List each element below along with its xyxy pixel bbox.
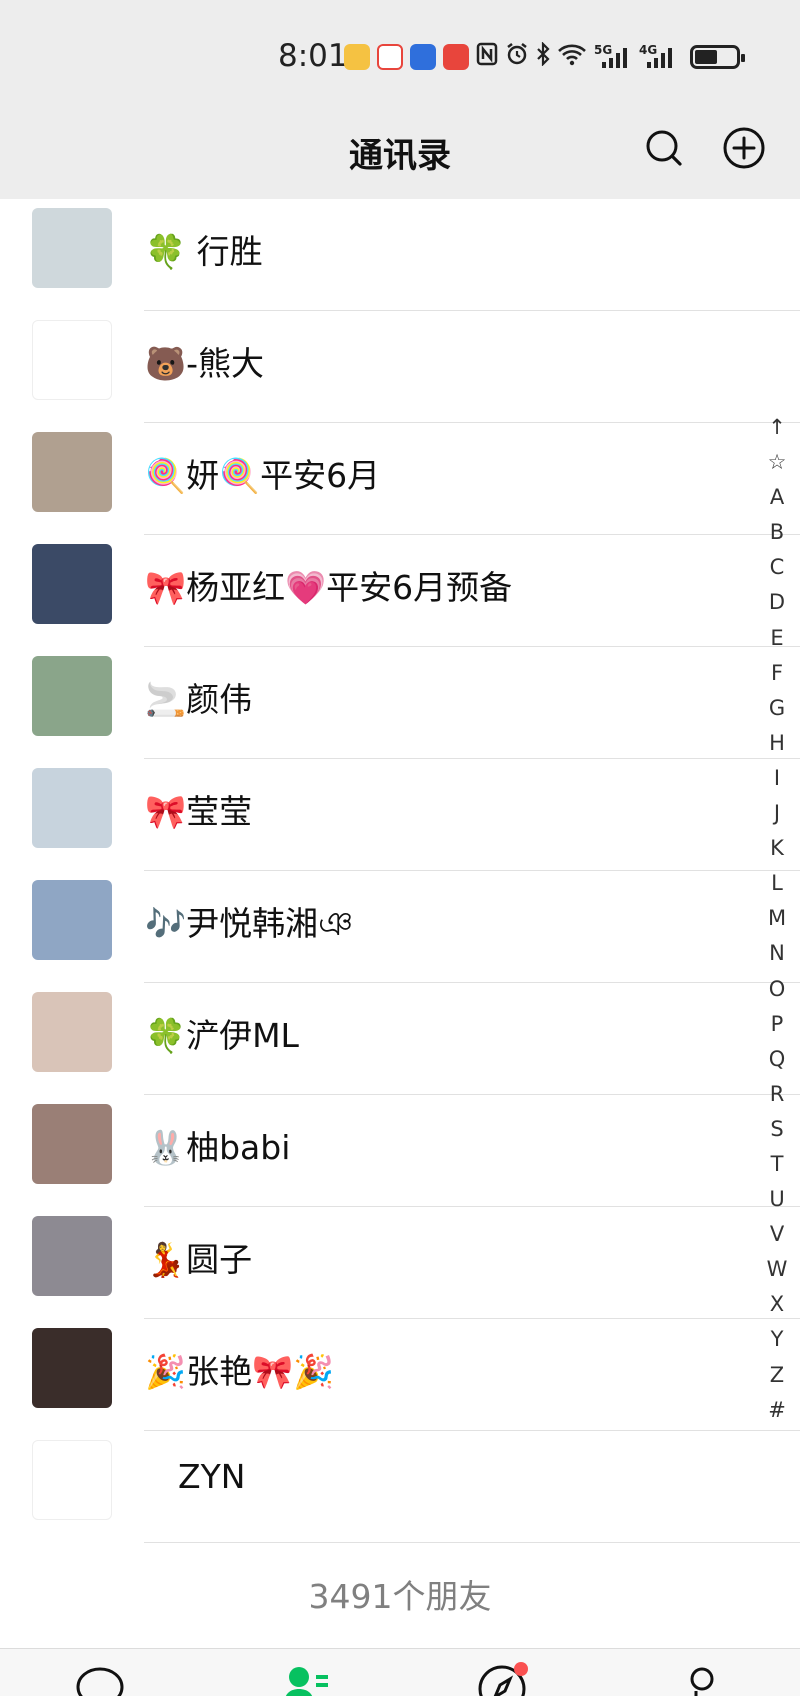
index-letter[interactable]: D xyxy=(762,585,792,620)
contact-name: 🐰柚babi xyxy=(145,1128,291,1167)
index-letter[interactable]: # xyxy=(762,1393,792,1428)
avatar xyxy=(32,880,112,960)
download-app-icon xyxy=(410,44,436,70)
search-button[interactable] xyxy=(638,122,690,174)
index-letter[interactable]: Y xyxy=(762,1322,792,1357)
index-letter[interactable]: C xyxy=(762,550,792,585)
video-app-icon xyxy=(443,44,469,70)
contact-name: 🍭妍🍭平安6月 xyxy=(145,456,381,495)
index-letter[interactable]: I xyxy=(762,761,792,796)
index-letter[interactable]: X xyxy=(762,1287,792,1322)
index-letter[interactable]: H xyxy=(762,726,792,761)
me-person-icon xyxy=(690,1667,714,1696)
friend-count: 3491个朋友 xyxy=(308,1577,492,1616)
index-letter[interactable]: T xyxy=(762,1147,792,1182)
avatar xyxy=(32,1440,112,1520)
index-letter[interactable]: J xyxy=(762,796,792,831)
avatar xyxy=(32,768,112,848)
index-letter[interactable]: Z xyxy=(762,1358,792,1393)
contact-name: 🎉张艳🎀🎉 xyxy=(145,1352,335,1391)
index-letter[interactable]: F xyxy=(762,656,792,691)
status-bar: 8:01 5G 4G xyxy=(0,0,800,100)
avatar xyxy=(32,320,112,400)
index-letter[interactable]: V xyxy=(762,1217,792,1252)
tab-discover[interactable] xyxy=(472,1662,532,1696)
index-letter[interactable]: K xyxy=(762,831,792,866)
contact-row[interactable]: 🎀杨亚红💗平安6月预备 xyxy=(0,535,800,647)
avatar xyxy=(32,656,112,736)
avatar xyxy=(32,544,112,624)
contact-list: 🍀 行胜 🐻-熊大 🍭妍🍭平安6月 🎀杨亚红💗平安6月预备 🚬颜伟 🎀莹莹 🎶尹… xyxy=(0,199,800,1543)
contact-row[interactable]: 🎀莹莹 xyxy=(0,759,800,871)
index-letter[interactable]: G xyxy=(762,691,792,726)
nfc-icon xyxy=(476,42,498,72)
contact-row[interactable]: ZYN xyxy=(0,1431,800,1543)
contact-name: 🎀莹莹 xyxy=(145,792,253,831)
index-letter[interactable]: ☆ xyxy=(762,445,792,480)
contact-name: 🍀浐伊ML xyxy=(145,1016,299,1055)
wifi-icon xyxy=(557,42,587,72)
index-letter[interactable]: S xyxy=(762,1112,792,1147)
battery-tip xyxy=(741,54,745,62)
game-app-icon xyxy=(377,44,403,70)
contact-row[interactable]: 🍭妍🍭平安6月 xyxy=(0,423,800,535)
battery-icon xyxy=(690,45,745,69)
contact-name: 💃圆子 xyxy=(145,1240,253,1279)
contact-row[interactable]: 💃圆子 xyxy=(0,1207,800,1319)
battery-level xyxy=(695,50,717,64)
avatar xyxy=(32,1104,112,1184)
index-letter[interactable]: O xyxy=(762,972,792,1007)
4g-signal-icon: 4G xyxy=(639,43,677,70)
index-letter[interactable]: U xyxy=(762,1182,792,1217)
search-icon xyxy=(646,130,682,166)
index-letter[interactable]: R xyxy=(762,1077,792,1112)
contact-name: ZYN xyxy=(178,1457,246,1496)
index-letter[interactable]: E xyxy=(762,621,792,656)
index-letter[interactable]: L xyxy=(762,866,792,901)
contact-row[interactable]: 🎉张艳🎀🎉 xyxy=(0,1319,800,1431)
contact-row[interactable]: 🐻-熊大 xyxy=(0,311,800,423)
contact-row[interactable]: 🚬颜伟 xyxy=(0,647,800,759)
index-letter[interactable]: P xyxy=(762,1007,792,1042)
discover-badge xyxy=(514,1662,528,1676)
avatar xyxy=(32,992,112,1072)
tab-chats[interactable] xyxy=(70,1665,130,1696)
index-letter[interactable]: B xyxy=(762,515,792,550)
avatar xyxy=(32,432,112,512)
avatar xyxy=(32,1328,112,1408)
contact-name: 🐻-熊大 xyxy=(145,344,264,383)
alphabet-index-bar[interactable]: ↑ ☆ A B C D E F G H I J K L M N O P Q R S T U V W X Y Z # xyxy=(762,410,792,1428)
index-letter[interactable]: ↑ xyxy=(762,410,792,445)
5g-signal-icon: 5G xyxy=(594,43,632,70)
contact-name: 🍀 行胜 xyxy=(145,232,263,271)
alarm-icon xyxy=(505,42,529,72)
bluetooth-icon xyxy=(536,41,550,72)
index-letter[interactable]: Q xyxy=(762,1042,792,1077)
index-letter[interactable]: A xyxy=(762,480,792,515)
tab-me[interactable] xyxy=(672,1665,732,1696)
chat-bubble-icon xyxy=(76,1667,124,1696)
index-letter[interactable]: N xyxy=(762,936,792,971)
contact-name: 🚬颜伟 xyxy=(145,680,253,719)
contact-row[interactable]: 🎶尹悦韩湘ঞ xyxy=(0,871,800,983)
add-button[interactable] xyxy=(718,122,770,174)
index-letter[interactable]: M xyxy=(762,901,792,936)
tab-bar xyxy=(0,1648,800,1696)
contact-name: 🎀杨亚红💗平安6月预备 xyxy=(145,568,513,607)
contact-row[interactable]: 🍀 行胜 xyxy=(0,199,800,311)
status-time: 8:01 xyxy=(278,38,348,74)
avatar xyxy=(32,208,112,288)
status-icons: 5G 4G xyxy=(344,41,745,72)
contact-row[interactable]: 🐰柚babi xyxy=(0,1095,800,1207)
divider xyxy=(144,1542,800,1543)
index-letter[interactable]: W xyxy=(762,1252,792,1287)
qr-code-app-icon xyxy=(344,44,370,70)
header-bar: 通讯录 xyxy=(0,100,800,199)
tab-contacts[interactable] xyxy=(276,1665,336,1696)
avatar xyxy=(32,1216,112,1296)
contact-row[interactable]: 🍀浐伊ML xyxy=(0,983,800,1095)
contacts-icon xyxy=(285,1667,328,1696)
add-icon xyxy=(723,127,765,169)
contact-name: 🎶尹悦韩湘ঞ xyxy=(145,904,353,943)
